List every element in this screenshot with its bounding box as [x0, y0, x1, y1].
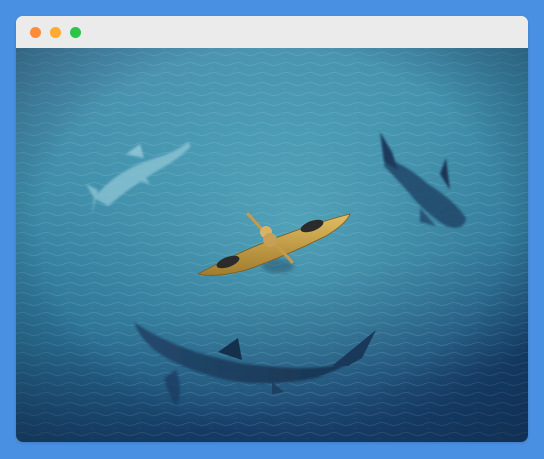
minimize-window-button[interactable] [50, 27, 61, 38]
close-window-button[interactable] [30, 27, 41, 38]
title-bar [16, 16, 528, 48]
browser-window [16, 16, 528, 442]
ocean-photo [16, 48, 528, 442]
photo-viewport [16, 48, 528, 442]
maximize-window-button[interactable] [70, 27, 81, 38]
